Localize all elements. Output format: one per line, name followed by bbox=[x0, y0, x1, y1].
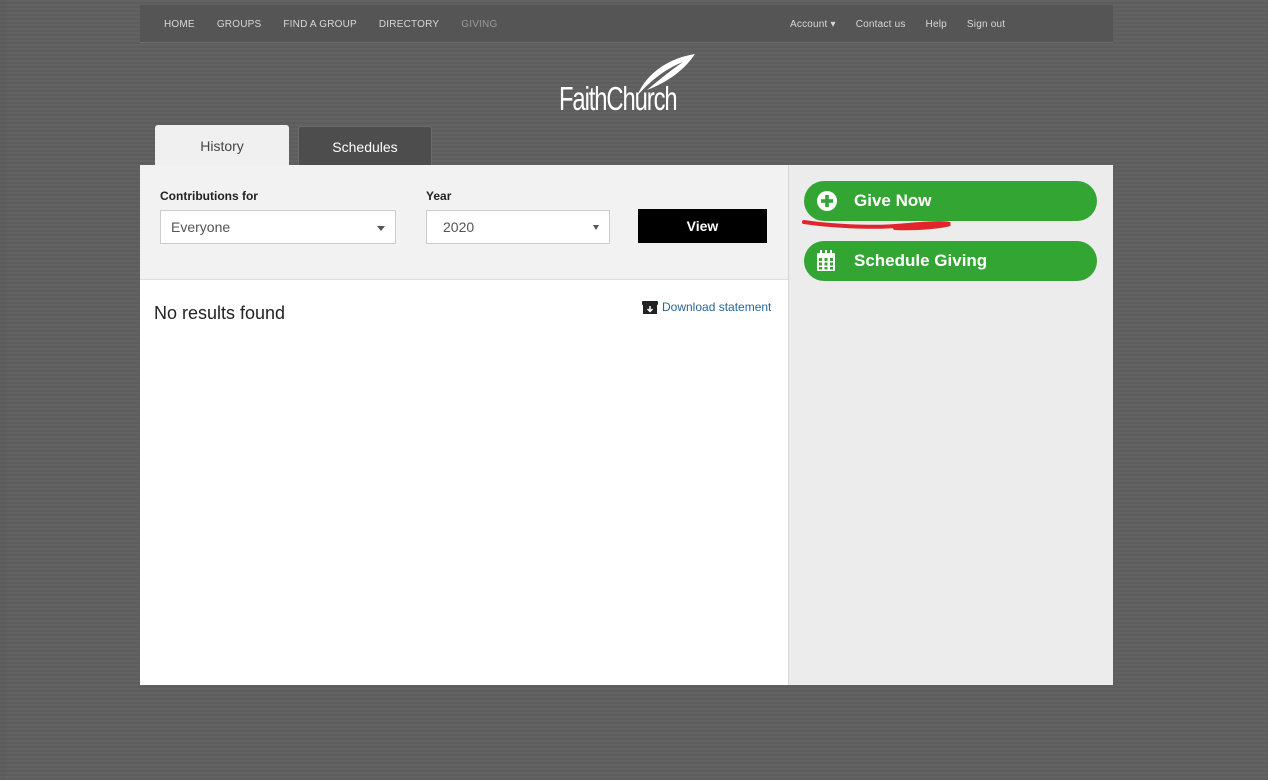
chevron-down-icon bbox=[593, 225, 599, 230]
archive-icon bbox=[642, 300, 658, 314]
give-now-label: Give Now bbox=[854, 191, 932, 210]
account-nav: Account ▾ Contact us Help Sign out bbox=[790, 5, 1025, 43]
contributions-for-label: Contributions for bbox=[160, 189, 258, 203]
history-panel: Contributions for Everyone Year 2020 Vie… bbox=[140, 165, 788, 685]
schedule-giving-button[interactable]: Schedule Giving bbox=[804, 241, 1097, 281]
year-value: 2020 bbox=[443, 219, 475, 235]
nav-sign-out[interactable]: Sign out bbox=[967, 19, 1005, 30]
nav-directory[interactable]: DIRECTORY bbox=[379, 19, 439, 30]
tab-history[interactable]: History bbox=[155, 125, 289, 166]
no-results-message: No results found bbox=[154, 303, 286, 323]
view-button[interactable]: View bbox=[638, 209, 767, 243]
nav-groups[interactable]: GROUPS bbox=[217, 19, 262, 30]
tab-schedules-label: Schedules bbox=[332, 138, 398, 155]
year-select[interactable]: 2020 bbox=[426, 210, 610, 244]
tab-schedules[interactable]: Schedules bbox=[298, 126, 432, 166]
year-label: Year bbox=[426, 189, 452, 203]
schedule-giving-label: Schedule Giving bbox=[854, 251, 988, 270]
giving-actions-sidebar: Give Now Schedule Giving bbox=[788, 165, 1113, 685]
plus-circle-icon bbox=[817, 191, 837, 211]
download-statement-link[interactable]: Download statement bbox=[642, 300, 771, 314]
calendar-icon bbox=[817, 250, 835, 271]
logo-text: FaithChurch bbox=[559, 80, 678, 117]
nav-contact-us[interactable]: Contact us bbox=[856, 19, 906, 30]
nav-giving[interactable]: GIVING bbox=[461, 19, 497, 30]
chevron-down-icon bbox=[377, 226, 385, 231]
faithchurch-logo[interactable]: FaithChurch bbox=[555, 52, 705, 124]
nav-account-menu[interactable]: Account ▾ bbox=[790, 19, 836, 30]
contributions-for-select[interactable]: Everyone bbox=[160, 210, 396, 244]
nav-help[interactable]: Help bbox=[926, 19, 947, 30]
top-navigation: HOME GROUPS FIND A GROUP DIRECTORY GIVIN… bbox=[140, 5, 1113, 43]
red-annotation-underline bbox=[802, 220, 951, 231]
filter-bar: Contributions for Everyone Year 2020 Vie… bbox=[140, 165, 788, 280]
nav-home[interactable]: HOME bbox=[164, 19, 195, 30]
tab-history-label: History bbox=[200, 137, 244, 154]
download-statement-label: Download statement bbox=[662, 300, 772, 314]
contributions-for-value: Everyone bbox=[171, 219, 231, 235]
primary-nav: HOME GROUPS FIND A GROUP DIRECTORY GIVIN… bbox=[164, 5, 519, 43]
nav-find-a-group[interactable]: FIND A GROUP bbox=[283, 19, 357, 30]
